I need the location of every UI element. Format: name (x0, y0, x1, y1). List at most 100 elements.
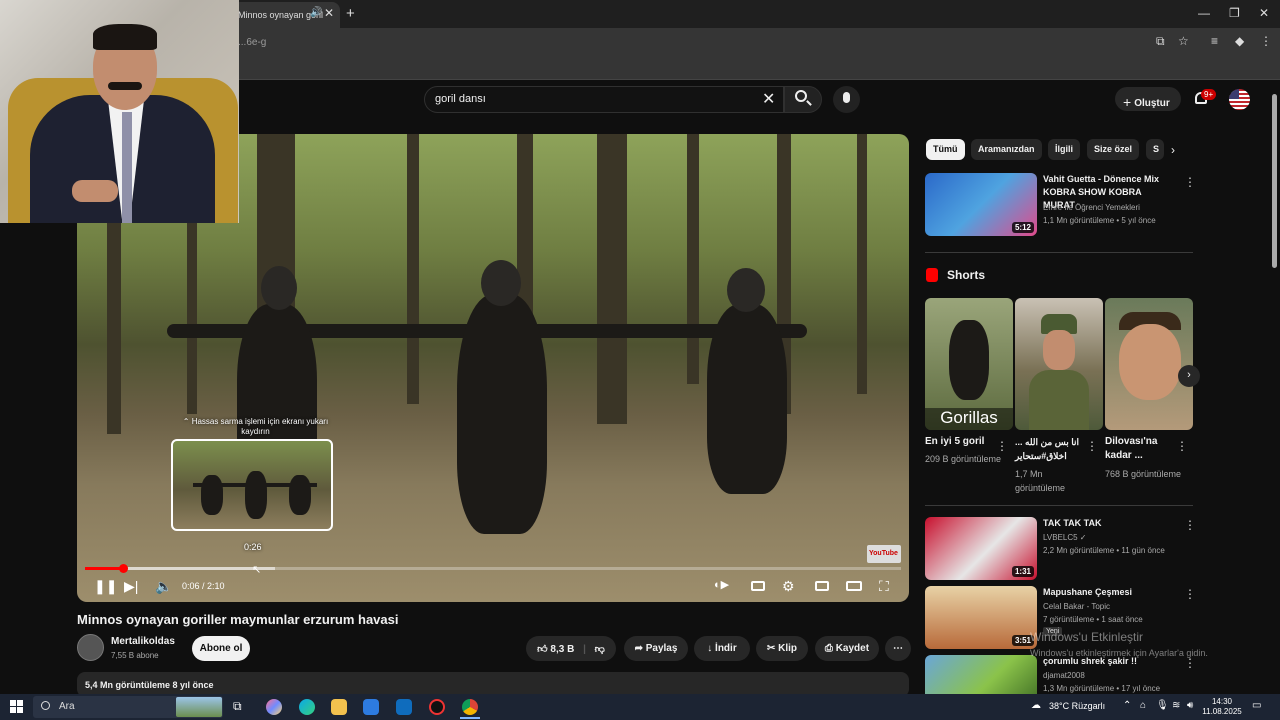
pause-button[interactable]: ❚❚ (94, 578, 117, 595)
outlook-icon[interactable] (396, 699, 412, 715)
mic-tray-icon[interactable]: 🎙︎ (1156, 700, 1169, 711)
tree-trunk (687, 134, 699, 384)
volume-icon[interactable]: 🔈 (155, 578, 172, 595)
new-tab-button[interactable]: + (346, 5, 355, 22)
rec-thumbnail[interactable] (925, 655, 1037, 695)
profile-icon[interactable]: ◆ (1235, 34, 1244, 48)
clear-search-icon[interactable]: ✕ (762, 89, 775, 109)
autoplay-toggle[interactable]: ◐▶ (714, 578, 729, 591)
tab-close-icon[interactable]: ✕ (324, 6, 334, 20)
create-label: Oluştur (1134, 98, 1170, 109)
wifi-icon[interactable]: ≋ (1172, 700, 1180, 711)
views-date: 5,4 Mn görüntüleme 8 yıl önce (85, 680, 214, 690)
rec-title[interactable]: Mapushane Çeşmesi (1043, 586, 1173, 599)
like-count[interactable]: 8,3 B (550, 644, 574, 655)
chip-truncated[interactable]: S (1146, 139, 1164, 160)
fullscreen-icon[interactable]: ⛶ (879, 578, 889, 595)
chrome-icon[interactable] (462, 699, 478, 715)
tree-trunk (857, 134, 867, 394)
save-button[interactable]: ⎙ Kaydet (815, 636, 879, 661)
dislike-icon[interactable]: 👎︎ (595, 644, 605, 655)
window-close-button[interactable]: ✕ (1259, 6, 1269, 20)
install-app-icon[interactable]: ⧉ (1156, 34, 1165, 49)
page-scrollbar-thumb[interactable] (1272, 94, 1277, 268)
edge-icon[interactable] (299, 699, 315, 715)
gorilla-head (481, 260, 521, 306)
short-thumbnail[interactable] (1105, 298, 1193, 430)
url-text[interactable]: ...6e-g (238, 37, 266, 48)
progress-scrubber[interactable] (119, 564, 128, 573)
taskbar-clock[interactable]: 14:30 11.08.2025 (1202, 697, 1242, 717)
shorts-next-button[interactable]: › (1178, 365, 1200, 387)
youtube-watermark[interactable]: YouTube (867, 545, 901, 563)
rec-channel[interactable]: LVBELC5 ✓ (1043, 531, 1086, 544)
more-actions-button[interactable]: ⋯ (885, 636, 911, 661)
rec-channel[interactable]: djamat2008 (1043, 669, 1085, 682)
channel-avatar[interactable] (77, 634, 104, 661)
more-options-icon[interactable]: ⋮ (1184, 175, 1196, 189)
chip-related[interactable]: İlgili (1048, 139, 1080, 160)
gorilla-right (707, 304, 787, 494)
rec-thumbnail[interactable]: 3:51 (925, 586, 1037, 649)
chip-for-you[interactable]: Size özel (1087, 139, 1140, 160)
search-highlight-image[interactable] (176, 697, 222, 717)
miniplayer-icon[interactable] (815, 581, 829, 591)
short-thumbnail[interactable] (1015, 298, 1103, 430)
audio-icon[interactable]: 🔊 (310, 7, 322, 18)
media-controls-icon[interactable]: ≡ (1211, 34, 1218, 48)
more-options-icon[interactable]: ⋮ (1176, 439, 1188, 453)
duration-badge: 1:31 (1011, 566, 1034, 577)
rec-channel[interactable]: Celal Bakar - Topic (1043, 600, 1110, 613)
chip-all[interactable]: Tümü (926, 139, 965, 160)
windows-start-icon[interactable] (10, 700, 23, 713)
speaker-icon[interactable]: 🔊︎ (1187, 700, 1193, 711)
weather-icon[interactable]: ☁ (1031, 700, 1041, 711)
tie (122, 112, 132, 223)
window-minimize-button[interactable]: — (1198, 6, 1210, 20)
media-app-icon[interactable] (429, 699, 445, 715)
more-options-icon[interactable]: ⋮ (996, 439, 1008, 453)
rec-thumbnail[interactable]: 5:12 (925, 173, 1037, 236)
like-icon[interactable]: 👍︎ (537, 644, 547, 655)
download-button[interactable]: ↓ İndir (694, 636, 750, 661)
create-button[interactable]: + Oluştur (1115, 87, 1181, 111)
theater-mode-icon[interactable] (846, 581, 862, 591)
settings-gear-icon[interactable]: ⚙ (782, 578, 795, 595)
more-options-icon[interactable]: ⋮ (1086, 439, 1098, 453)
window-restore-button[interactable]: ❐ (1229, 6, 1240, 20)
task-view-icon[interactable]: ⧉ (233, 699, 249, 715)
short-title[interactable]: انا بس من الله ... اخلاق#ستحایر (1015, 435, 1095, 463)
chevron-right-icon[interactable]: › (1171, 143, 1175, 157)
rec-channel[interactable]: Emre İle Öğrenci Yemekleri (1043, 201, 1140, 214)
short-title[interactable]: Dilovası'na kadar ... (1105, 435, 1185, 463)
short-title[interactable]: En iyi 5 goril (925, 435, 1005, 449)
notification-center-icon[interactable]: ▭ (1252, 700, 1261, 711)
more-options-icon[interactable]: ⋮ (1184, 587, 1196, 601)
copilot-icon[interactable] (266, 699, 282, 715)
bookmark-star-icon[interactable]: ☆ (1178, 34, 1189, 48)
more-options-icon[interactable]: ⋮ (1184, 656, 1196, 670)
file-explorer-icon[interactable] (331, 699, 347, 715)
channel-name[interactable]: Mertalikoldas (111, 636, 175, 647)
search-input[interactable]: goril dansı (424, 86, 784, 113)
short-thumbnail[interactable]: Gorillas (925, 298, 1013, 430)
subscribe-button[interactable]: Abone ol (192, 636, 250, 661)
rec-title[interactable]: TAK TAK TAK (1043, 517, 1173, 530)
store-icon[interactable] (363, 699, 379, 715)
account-avatar[interactable] (1229, 89, 1250, 110)
weather-text[interactable]: 38°C Rüzgarlı (1049, 701, 1105, 711)
tray-chevron-icon[interactable]: ⌃ (1123, 700, 1131, 711)
more-options-icon[interactable]: ⋮ (1184, 518, 1196, 532)
share-button[interactable]: ➦ Paylaş (624, 636, 688, 661)
download-label: İndir (715, 643, 737, 654)
seek-preview-time: 0:26 (244, 542, 262, 552)
browser-menu-icon[interactable]: ⋮ (1260, 34, 1272, 48)
duration-badge: 5:12 (1011, 222, 1034, 233)
chip-from-search[interactable]: Aramanızdan (971, 139, 1042, 160)
next-button[interactable]: ▶| (124, 578, 138, 595)
network-icon[interactable]: ⌂ (1140, 700, 1146, 711)
clip-button[interactable]: ✂ Klip (756, 636, 808, 661)
search-icon[interactable] (795, 90, 807, 102)
rec-thumbnail[interactable]: 1:31 (925, 517, 1037, 580)
subtitles-icon[interactable] (751, 581, 765, 591)
